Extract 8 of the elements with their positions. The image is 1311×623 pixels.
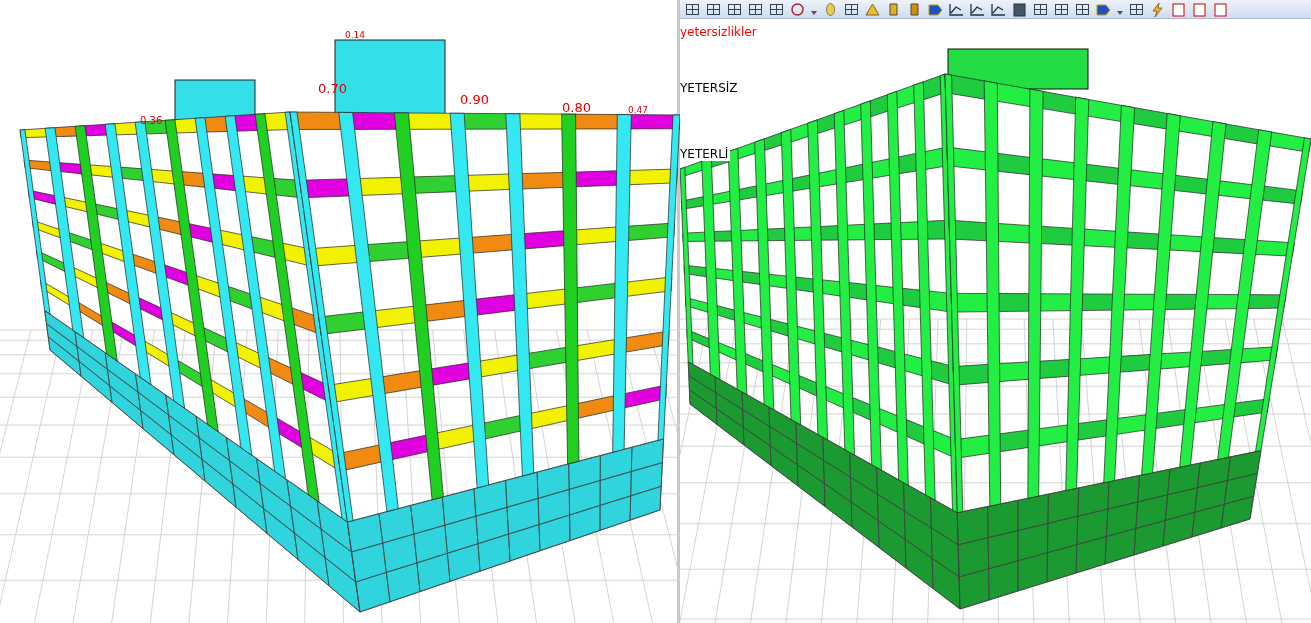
legend-label: YETERLİ (680, 147, 731, 161)
ratio-label: 0.90 (460, 92, 489, 107)
ratio-label: 0.80 (562, 100, 591, 115)
legend-label: YETERSİZ (680, 81, 740, 95)
ratio-label: 0.47 (628, 105, 649, 115)
ratio-label: 0.36 (140, 115, 163, 126)
legend-title: yetersizlikler (680, 25, 759, 39)
ratio-label: 0.14 (345, 30, 366, 40)
